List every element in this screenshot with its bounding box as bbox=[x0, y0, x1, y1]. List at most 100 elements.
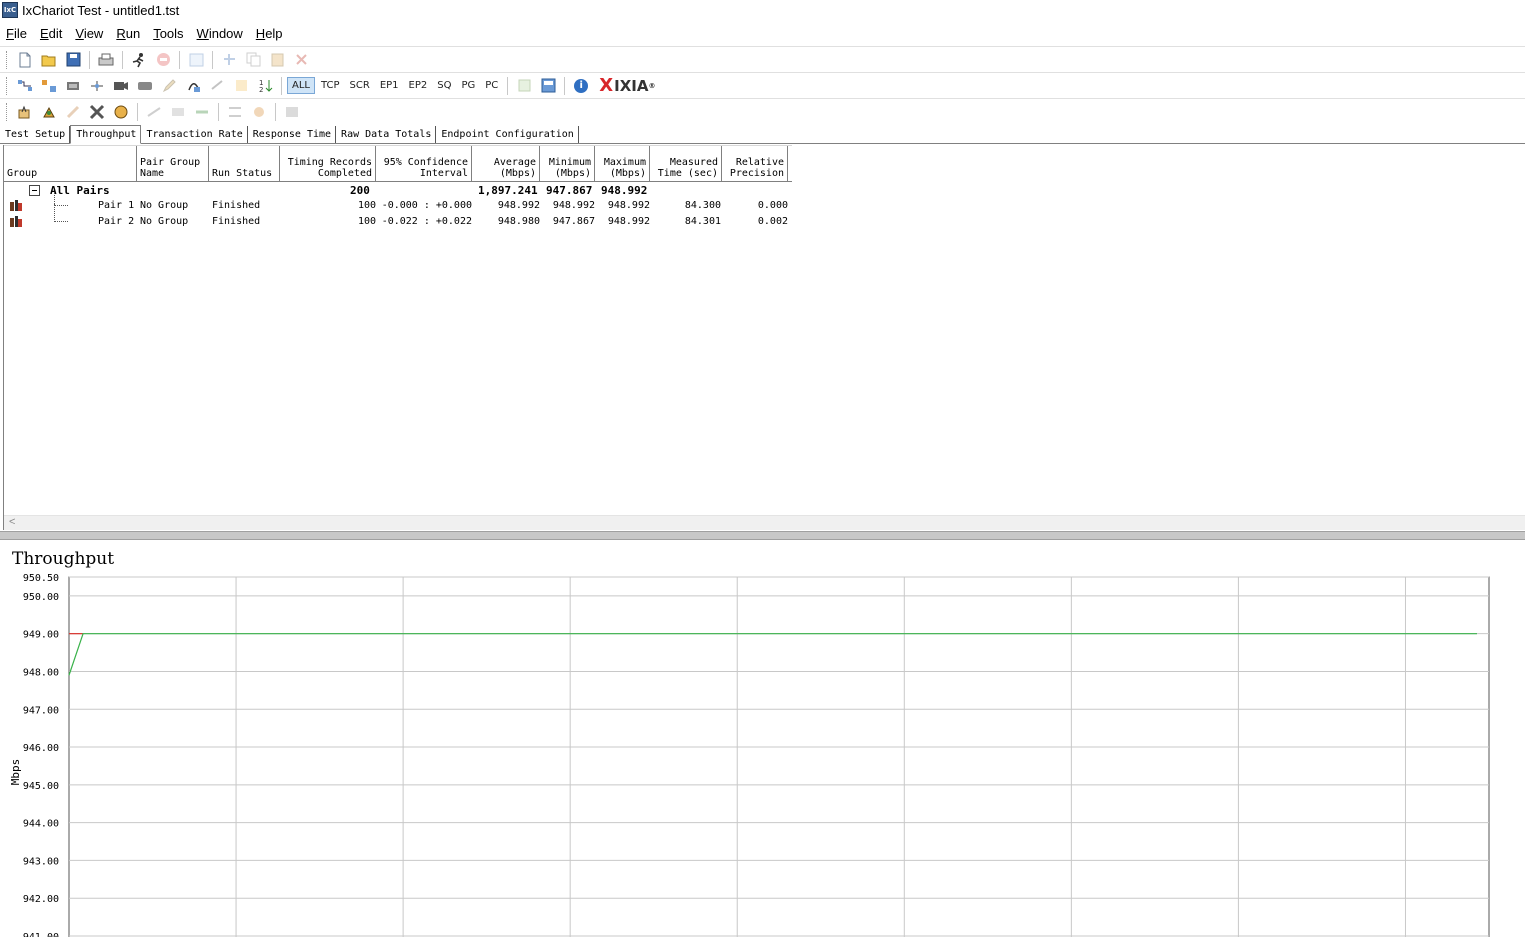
column-header[interactable]: Maximum (Mbps) bbox=[595, 146, 650, 181]
tool-button-g[interactable] bbox=[224, 102, 246, 122]
table-row-summary[interactable]: All Pairs 200 1,897.241 947.867 948.992 bbox=[4, 182, 792, 198]
hardware-pair-button[interactable] bbox=[62, 76, 84, 96]
pair-button[interactable] bbox=[14, 76, 36, 96]
network-button[interactable] bbox=[86, 76, 108, 96]
collapse-icon[interactable] bbox=[29, 185, 40, 196]
sort-button[interactable]: 12 bbox=[254, 76, 276, 96]
save-button[interactable] bbox=[62, 50, 84, 70]
toolbar-separator bbox=[137, 102, 138, 121]
ixia-logo-mark: ® bbox=[648, 81, 656, 90]
paste-button[interactable] bbox=[266, 50, 288, 70]
menu-view[interactable]: View bbox=[69, 26, 110, 41]
tool-d-icon bbox=[147, 106, 161, 117]
filter-sq-button[interactable]: SQ bbox=[433, 78, 455, 93]
edit-button[interactable] bbox=[158, 76, 180, 96]
tab-response-time[interactable]: Response Time bbox=[248, 126, 337, 143]
filter-pg-button[interactable]: PG bbox=[457, 78, 479, 93]
voip-button[interactable] bbox=[134, 76, 156, 96]
stop-button[interactable] bbox=[152, 50, 174, 70]
copy-button[interactable] bbox=[242, 50, 264, 70]
tool-button-a[interactable] bbox=[62, 102, 84, 122]
tool-button-f[interactable] bbox=[191, 102, 213, 122]
tab-raw-data-totals[interactable]: Raw Data Totals bbox=[336, 126, 437, 143]
open-button[interactable] bbox=[38, 50, 60, 70]
endpoint-button[interactable] bbox=[230, 76, 252, 96]
tab-throughput[interactable]: Throughput bbox=[70, 125, 142, 144]
ixia-logo-text: IXIA bbox=[614, 76, 649, 95]
column-header[interactable]: Run Status bbox=[209, 146, 280, 181]
tab-endpoint-configuration[interactable]: Endpoint Configuration bbox=[436, 126, 579, 143]
column-header[interactable]: Minimum (Mbps) bbox=[540, 146, 595, 181]
throughput-chart-button[interactable] bbox=[14, 102, 36, 122]
table-row[interactable]: Pair 2 No Group Finished 100 -0.022 : +0.022… bbox=[4, 204, 792, 230]
chart-svg: 950.50 950.00 949.00 948.00 947.00 946.00 945.… bbox=[9, 573, 1490, 937]
folder-open-icon bbox=[41, 55, 56, 66]
tool-g-icon bbox=[229, 106, 241, 117]
filter-ep2-button[interactable]: EP2 bbox=[405, 78, 432, 93]
filter-pc-button[interactable]: PC bbox=[481, 78, 502, 93]
report-button[interactable] bbox=[513, 76, 535, 96]
menu-window[interactable]: Window bbox=[191, 26, 250, 41]
toolbar-grip[interactable] bbox=[6, 76, 9, 95]
filter-scr-button[interactable]: SCR bbox=[346, 78, 374, 93]
delete-button[interactable] bbox=[290, 50, 312, 70]
pane-splitter[interactable] bbox=[0, 531, 1525, 540]
tool-button-e[interactable] bbox=[167, 102, 189, 122]
marker-icon bbox=[43, 106, 55, 117]
multicast-button[interactable] bbox=[38, 76, 60, 96]
filter-all-button[interactable]: ALL bbox=[287, 77, 315, 94]
toolbar-grip[interactable] bbox=[6, 50, 9, 69]
tab-transaction-rate[interactable]: Transaction Rate bbox=[141, 126, 248, 143]
tool-button-b[interactable] bbox=[86, 102, 108, 122]
menu-file[interactable]: File bbox=[0, 26, 34, 41]
new-file-button[interactable] bbox=[14, 50, 36, 70]
run-button[interactable] bbox=[128, 50, 150, 70]
table-row[interactable]: Pair 1 No Group Finished 100 -0.000 : +0.000… bbox=[4, 192, 792, 214]
column-header[interactable]: Relative Precision bbox=[722, 146, 788, 181]
results-toolbar bbox=[0, 98, 1525, 124]
tool-h-icon bbox=[254, 106, 264, 117]
swap-icon bbox=[210, 80, 223, 90]
y-tick-label: 942.00 bbox=[23, 894, 59, 905]
tab-test-setup[interactable]: Test Setup bbox=[0, 126, 71, 143]
menu-help[interactable]: Help bbox=[250, 26, 290, 41]
horizontal-scrollbar[interactable]: < bbox=[4, 515, 1525, 530]
filter-tcp-button[interactable]: TCP bbox=[317, 78, 344, 93]
tool-button-c[interactable] bbox=[110, 102, 132, 122]
menu-tools[interactable]: Tools bbox=[147, 26, 190, 41]
add-pair-button[interactable] bbox=[218, 50, 240, 70]
window-title: IxChariot Test - untitled1.tst bbox=[22, 2, 180, 18]
toolbar-grip[interactable] bbox=[6, 102, 9, 121]
vod-button[interactable] bbox=[110, 76, 132, 96]
column-header[interactable]: Group bbox=[4, 146, 137, 181]
pair-name: Pair 2 bbox=[98, 216, 135, 227]
column-header[interactable]: Pair Group Name bbox=[137, 146, 209, 181]
toolbar-separator bbox=[122, 50, 123, 69]
save-results-button[interactable] bbox=[537, 76, 559, 96]
print-button[interactable] bbox=[95, 50, 117, 70]
filter-ep1-button[interactable]: EP1 bbox=[376, 78, 403, 93]
summary-minimum: 947.867 bbox=[546, 184, 593, 197]
scroll-left-icon[interactable]: < bbox=[9, 516, 15, 528]
grid-icon bbox=[189, 53, 203, 66]
delete-icon bbox=[295, 54, 307, 65]
tool-button-i[interactable] bbox=[281, 102, 303, 122]
edit-script-button[interactable] bbox=[182, 76, 204, 96]
grid-view-button[interactable] bbox=[185, 50, 207, 70]
column-header[interactable]: Timing Records Completed bbox=[280, 146, 376, 181]
hardware-icon bbox=[67, 81, 79, 90]
marker-button[interactable] bbox=[38, 102, 60, 122]
copy-icon bbox=[246, 52, 260, 67]
info-button[interactable]: i bbox=[570, 76, 592, 96]
y-tick-label: 944.00 bbox=[23, 819, 59, 830]
menu-run[interactable]: Run bbox=[110, 26, 147, 41]
swap-button[interactable] bbox=[206, 76, 228, 96]
tool-button-h[interactable] bbox=[248, 102, 270, 122]
column-header[interactable]: Measured Time (sec) bbox=[650, 146, 722, 181]
column-header[interactable]: 95% Confidence Interval bbox=[376, 146, 472, 181]
new-file-icon bbox=[19, 52, 31, 67]
column-header[interactable]: Average (Mbps) bbox=[472, 146, 540, 181]
pair-name: Pair 1 bbox=[98, 200, 135, 211]
tool-button-d[interactable] bbox=[143, 102, 165, 122]
menu-edit[interactable]: Edit bbox=[34, 26, 69, 41]
